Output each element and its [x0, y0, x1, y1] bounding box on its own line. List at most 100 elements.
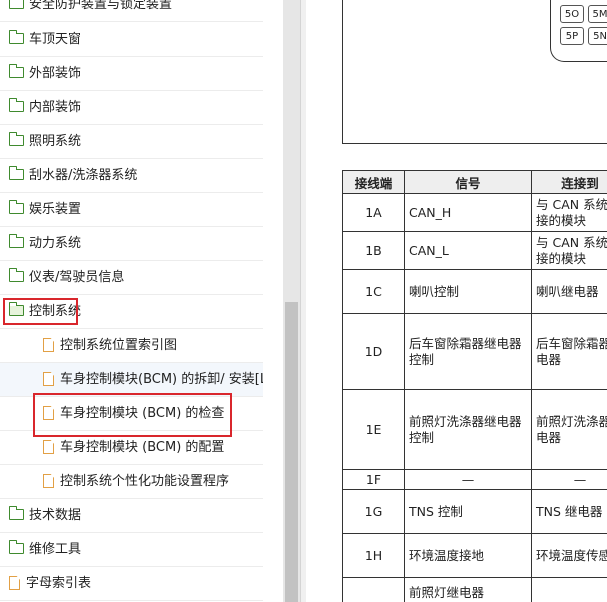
table-row: 1BCAN_L与 CAN 系统连接的模块: [342, 231, 607, 270]
tree-folder-item[interactable]: 照明系统: [0, 125, 263, 159]
tree-item-label: 控制系统: [29, 304, 82, 319]
connector-pin-table: 接线端 信号 连接到 1ACAN_H与 CAN 系统连接的模块1BCAN_L与 …: [342, 170, 607, 602]
table-cell: CAN_L: [404, 231, 532, 270]
tree-folder-item[interactable]: 控制系统: [0, 295, 263, 329]
column-header: 接线端: [342, 170, 405, 194]
table-cell: 1F: [342, 469, 405, 490]
table-cell: 环境温度接地: [404, 533, 532, 578]
table-cell: [342, 577, 405, 602]
tree-doc-item[interactable]: 车身控制模块 (BCM) 的检查: [0, 397, 263, 431]
tree-doc-item[interactable]: 车身控制模块(BCM) 的拆卸/ 安装[L.H.D]: [0, 363, 263, 397]
tree-item-label: 安全防护装置与锁定装置: [29, 0, 173, 12]
tree-doc-item[interactable]: 控制系统个性化功能设置程序: [0, 465, 263, 499]
tree-item-label: 动力系统: [29, 236, 82, 251]
pin-label: 5M: [588, 5, 607, 23]
tree-folder-item[interactable]: 安全防护装置与锁定装置: [0, 0, 263, 22]
table-cell: 1B: [342, 231, 405, 270]
table-cell: 前照灯洗涤器继电器控制: [404, 389, 532, 470]
folder-icon: [9, 506, 24, 520]
table-row: 前照灯继电器: [342, 577, 607, 602]
tree-scrollbar-thumb[interactable]: [285, 302, 298, 602]
table-cell: 1C: [342, 269, 405, 314]
tree-item-label: 照明系统: [29, 134, 82, 149]
table-cell: 环境温度传感器: [531, 533, 607, 578]
table-row: 1C 喇叭控制 喇叭继电器: [342, 269, 607, 314]
folder-open-icon: [9, 302, 24, 316]
folder-icon: [9, 540, 24, 554]
table-cell: 1D: [342, 313, 405, 390]
table-cell: 与 CAN 系统连接的模块: [531, 193, 607, 232]
table-cell: —: [531, 469, 607, 490]
pin-label: 5N: [588, 27, 607, 45]
table-cell: TNS 控制: [404, 489, 532, 534]
table-cell: 喇叭继电器: [531, 269, 607, 314]
folder-icon: [9, 268, 24, 282]
navigation-tree: 安全防护装置与锁定装置 车顶天窗外部装饰内部装饰照明系统刮水器/洗涤器系统 娱乐装置…: [0, 0, 283, 602]
folder-icon: [9, 98, 24, 112]
table-cell: 1G: [342, 489, 405, 534]
tree-doc-item[interactable]: 车身控制模块 (BCM) 的配置: [0, 431, 263, 465]
tree-item-label: 控制系统位置索引图: [60, 338, 178, 353]
table-row: 1ACAN_H与 CAN 系统连接的模块: [342, 193, 607, 232]
document-icon: [43, 372, 54, 386]
tree-folder-item[interactable]: 刮水器/洗涤器系统: [0, 159, 263, 193]
tree-item-label: 车身控制模块 (BCM) 的检查: [60, 406, 225, 421]
table-cell: TNS 继电器: [531, 489, 607, 534]
tree-folder-item[interactable]: 娱乐装置: [0, 193, 263, 227]
table-cell: 1H: [342, 533, 405, 578]
table-header-row: 接线端 信号 连接到: [342, 170, 607, 194]
folder-icon: [9, 64, 24, 78]
table-cell: 与 CAN 系统连接的模块: [531, 231, 607, 270]
tree-item-label: 刮水器/洗涤器系统: [29, 168, 138, 183]
table-cell: —: [404, 469, 532, 490]
table-cell: 前照灯洗涤器继电器: [531, 389, 607, 470]
tree-folder-item[interactable]: 技术数据: [0, 499, 263, 533]
document-icon: [43, 338, 54, 352]
column-header: 信号: [404, 170, 532, 194]
tree-doc-item[interactable]: 控制系统位置索引图: [0, 329, 263, 363]
tree-doc-item[interactable]: 字母索引表: [0, 567, 263, 601]
tree-item-label: 娱乐装置: [29, 202, 82, 217]
tree-folder-item[interactable]: 车顶天窗: [0, 23, 263, 57]
tree-folder-item[interactable]: 外部装饰: [0, 57, 263, 91]
folder-icon: [9, 166, 24, 180]
folder-icon: [9, 200, 24, 214]
tree-item-label: 内部装饰: [29, 100, 82, 115]
document-view: 5O 5M 5K 5P 5N 5L 接线端 信号 连接到 1ACAN_H与 CA…: [306, 0, 607, 602]
table-row: 1D后车窗除霜器继电器控制后车窗除霜器继电器: [342, 313, 607, 390]
table-cell: 前照灯继电器: [404, 577, 532, 602]
tree-item-label: 车顶天窗: [29, 32, 82, 47]
column-header: 连接到: [531, 170, 607, 194]
table-row: 1E前照灯洗涤器继电器控制前照灯洗涤器继电器: [342, 389, 607, 470]
table-row: 1G TNS 控制 TNS 继电器: [342, 489, 607, 534]
tree-item-label: 车身控制模块(BCM) 的拆卸/ 安装[L.H.D]: [60, 372, 263, 387]
connector-diagram: 5O 5M 5K 5P 5N 5L: [342, 0, 607, 144]
folder-icon: [9, 132, 24, 146]
tree-item-label: 控制系统个性化功能设置程序: [60, 474, 230, 489]
table-cell: 后车窗除霜器继电器: [531, 313, 607, 390]
tree-item-label: 维修工具: [29, 542, 82, 557]
tree-item-label: 外部装饰: [29, 66, 82, 81]
table-cell: [531, 577, 607, 602]
table-cell: CAN_H: [404, 193, 532, 232]
folder-icon: [9, 30, 24, 44]
tree-item-label: 字母索引表: [26, 576, 92, 591]
tree-folder-item[interactable]: 动力系统: [0, 227, 263, 261]
table-row: 1H环境温度接地环境温度传感器: [342, 533, 607, 578]
document-icon: [43, 474, 54, 488]
table-cell: 喇叭控制: [404, 269, 532, 314]
tree-item-label: 车身控制模块 (BCM) 的配置: [60, 440, 225, 455]
folder-icon: [9, 234, 24, 248]
table-cell: 1E: [342, 389, 405, 470]
tree-folder-item[interactable]: 维修工具: [0, 533, 263, 567]
tree-folder-item[interactable]: 仪表/驾驶员信息: [0, 261, 263, 295]
tree-item-label: 技术数据: [29, 508, 82, 523]
document-icon: [9, 576, 20, 590]
tree-folder-item[interactable]: 内部装饰: [0, 91, 263, 125]
connector-outline: 5O 5M 5K 5P 5N 5L: [550, 0, 607, 62]
table-row: 1F — —: [342, 469, 607, 490]
tree-item-label: 仪表/驾驶员信息: [29, 270, 125, 285]
document-icon: [43, 406, 54, 420]
table-cell: 1A: [342, 193, 405, 232]
pin-label: 5P: [560, 27, 584, 45]
